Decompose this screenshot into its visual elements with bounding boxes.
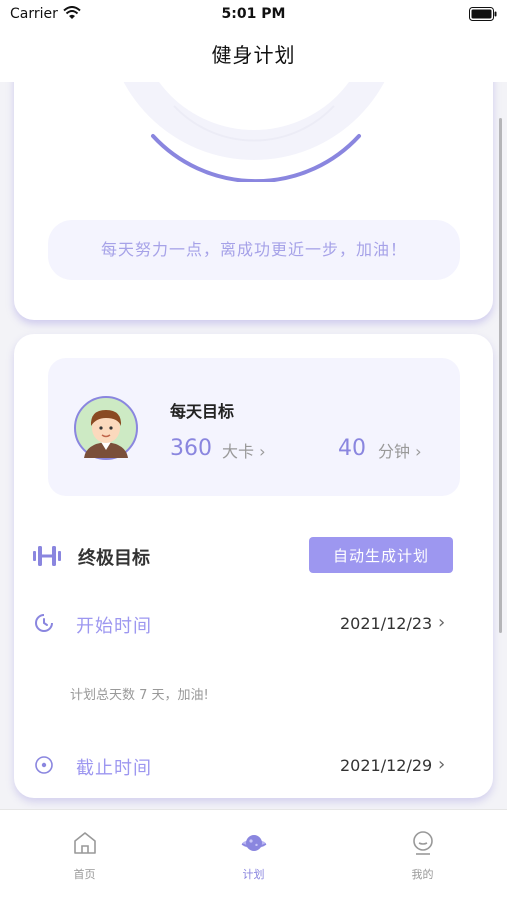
tab-mine-label: 我的 [411, 868, 434, 881]
tab-bar: 首页 计划 我的 [0, 809, 507, 901]
clock-icon [35, 614, 53, 632]
tab-home-label: 首页 [73, 868, 96, 881]
target-icon [35, 756, 53, 774]
avatar [74, 396, 138, 460]
progress-card: 每天努力一点，离成功更近一步，加油！ [14, 82, 493, 320]
ultimate-goal-row: 终极目标 自动生成计划 [14, 534, 493, 578]
content-scroll-area[interactable]: 每天努力一点，离成功更近一步，加油！ 每天目标 360 大卡 › 40 分钟 › [0, 82, 507, 809]
auto-generate-plan-button[interactable]: 自动生成计划 [309, 537, 453, 573]
end-time-label: 截止时间 [76, 758, 152, 779]
planet-icon [241, 835, 267, 851]
plan-summary-text: 计划总天数 7 天，加油! [70, 688, 209, 703]
minutes-unit-link[interactable]: 分钟 › [378, 438, 422, 462]
profile-icon [413, 831, 433, 855]
start-date-value: 2021/12/23 [340, 614, 433, 633]
tab-mine[interactable]: 我的 [338, 810, 507, 901]
start-time-row[interactable]: 开始时间 2021/12/23 › [14, 604, 493, 644]
clock: 5:01 PM [221, 6, 286, 22]
start-time-label: 开始时间 [76, 616, 152, 637]
chevron-right-icon: › [438, 612, 446, 633]
chevron-right-icon: › [438, 754, 446, 775]
dumbbell-icon [33, 546, 61, 566]
tab-home[interactable]: 首页 [0, 810, 169, 901]
battery-icon [469, 7, 497, 21]
tab-plan-label: 计划 [242, 868, 265, 881]
home-icon [74, 832, 96, 854]
ultimate-goal-label: 终极目标 [78, 548, 150, 569]
calories-unit-link[interactable]: 大卡 › [222, 438, 266, 462]
scrollbar[interactable] [499, 118, 502, 633]
daily-goal-title: 每天目标 [170, 402, 235, 421]
calories-value[interactable]: 360 [170, 436, 212, 461]
plan-card: 每天目标 360 大卡 › 40 分钟 › 终极目标 自动生成计划 开始时间 2… [14, 334, 493, 798]
minutes-value[interactable]: 40 [338, 436, 366, 461]
end-date-value: 2021/12/29 [340, 756, 433, 775]
tab-plan[interactable]: 计划 [169, 810, 338, 901]
status-bar: Carrier 5:01 PM [0, 0, 507, 30]
navigation-bar: 健身计划 [0, 30, 507, 82]
progress-ring [123, 82, 385, 182]
daily-goal-panel: 每天目标 360 大卡 › 40 分钟 › [48, 358, 460, 496]
page-title: 健身计划 [211, 43, 296, 67]
end-time-row[interactable]: 截止时间 2021/12/29 › [14, 746, 493, 786]
motto-text: 每天努力一点，离成功更近一步，加油！ [48, 220, 460, 280]
